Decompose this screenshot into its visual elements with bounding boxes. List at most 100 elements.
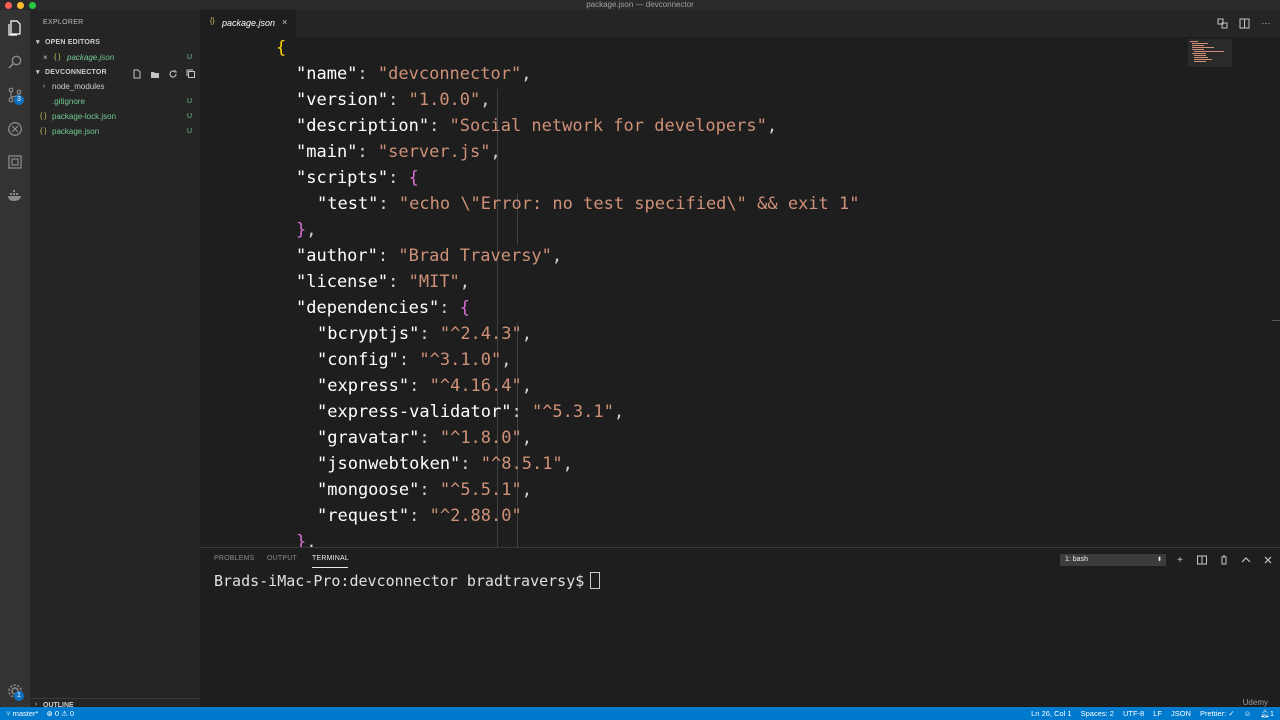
terminal-prompt-line[interactable]: Brads-iMac-Pro:devconnector bradtraversy…: [214, 572, 601, 590]
cursor-position[interactable]: Ln 26, Col 1: [1031, 707, 1071, 720]
tab-output[interactable]: OUTPUT: [267, 555, 297, 562]
open-changes-icon: [1217, 18, 1227, 28]
tree-item-package-lock[interactable]: { } package-lock.json U: [30, 110, 200, 124]
tree-item-package-json[interactable]: { } package.json U: [30, 125, 200, 139]
json-key: "request": [317, 506, 410, 526]
chevron-down-icon: ▾: [36, 69, 40, 76]
debug-icon: [8, 122, 22, 136]
tree-item-node-modules[interactable]: › node_modules: [30, 80, 200, 94]
notifications-button[interactable]: 🔔︎1: [1260, 707, 1274, 720]
close-panel-button[interactable]: [1262, 554, 1274, 566]
collapse-all-icon: [186, 69, 195, 78]
code-line: 10"license": "MIT",: [296, 272, 471, 292]
open-editor-label: package.json: [67, 53, 115, 62]
active-tab-indicator: [312, 567, 348, 568]
terminal-select[interactable]: 1: bash ⬍: [1060, 554, 1166, 566]
scrollbar-marker: [1272, 320, 1280, 321]
close-icon: [1264, 556, 1272, 564]
terminal-cursor: [590, 572, 601, 589]
code-line: 3"version": "1.0.0",: [296, 90, 491, 110]
chevron-up-icon: [1241, 557, 1251, 563]
chevron-down-icon: ▾: [36, 39, 40, 46]
json-key: "express-validator": [317, 402, 512, 422]
open-editors-header[interactable]: ▾ OPEN EDITORS: [30, 36, 200, 50]
open-changes-button[interactable]: [1216, 17, 1228, 29]
kill-terminal-button[interactable]: [1218, 554, 1230, 566]
code-line: 15"express-validator": "^5.3.1",: [317, 402, 625, 422]
close-icon[interactable]: ×: [282, 17, 287, 27]
json-value: "^3.1.0": [419, 350, 502, 370]
code-line: 7"test": "echo \"Error: no test specifie…: [317, 194, 860, 214]
json-value: "^5.5.1": [439, 480, 522, 500]
end-of-line[interactable]: LF: [1153, 707, 1162, 720]
new-terminal-button[interactable]: +: [1174, 554, 1186, 566]
status-bar: ⑂ master* ⊗ 0 ⚠ 0 Ln 26, Col 1 Spaces: 2…: [0, 707, 1280, 720]
minimap[interactable]: [1188, 39, 1232, 67]
code-line: 17"jsonwebtoken": "^8.5.1",: [317, 454, 573, 474]
code-line: 13"config": "^3.1.0",: [317, 350, 512, 370]
chevron-right-icon: ›: [43, 83, 46, 90]
extensions-activity[interactable]: [5, 152, 25, 172]
encoding[interactable]: UTF-8: [1123, 707, 1144, 720]
more-actions-button[interactable]: ···: [1260, 17, 1272, 29]
open-editor-item[interactable]: × { } package.json U: [30, 51, 200, 65]
prettier-status[interactable]: Prettier: ✓: [1200, 707, 1235, 720]
source-control-activity[interactable]: 3: [5, 85, 25, 105]
refresh-button[interactable]: [167, 68, 178, 79]
tab-problems[interactable]: PROBLEMS: [214, 555, 255, 562]
json-value: "server.js": [377, 142, 491, 162]
tree-item-gitignore[interactable]: .gitignore U: [30, 95, 200, 109]
json-key: "gravatar": [317, 428, 420, 448]
new-folder-button[interactable]: [149, 68, 160, 79]
code-line: 9"author": "Brad Traversy",: [296, 246, 563, 266]
code-line: 1{: [276, 38, 287, 58]
code-line: 2"name": "devconnector",: [296, 64, 532, 84]
search-icon: [8, 55, 22, 69]
language-mode[interactable]: JSON: [1171, 707, 1191, 720]
problems-status[interactable]: ⊗ 0 ⚠ 0: [46, 707, 74, 720]
new-file-button[interactable]: [131, 68, 142, 79]
terminal-select-value: 1: bash: [1065, 556, 1088, 563]
json-key: "config": [317, 350, 399, 370]
git-status-badge: U: [186, 113, 192, 120]
code-line: 5"main": "server.js",: [296, 142, 501, 162]
feedback-button[interactable]: ☺: [1244, 707, 1252, 720]
close-icon[interactable]: ×: [43, 51, 48, 65]
tab-terminal[interactable]: TERMINAL: [312, 555, 349, 562]
json-key: "name": [296, 64, 358, 84]
indentation[interactable]: Spaces: 2: [1081, 707, 1114, 720]
folder-actions: [131, 68, 196, 79]
docker-icon: [8, 190, 21, 201]
split-terminal-button[interactable]: [1196, 554, 1208, 566]
json-value: "^4.16.4": [429, 376, 522, 396]
maximize-panel-button[interactable]: [1240, 554, 1252, 566]
explorer-activity[interactable]: [5, 18, 25, 38]
docker-activity[interactable]: [5, 186, 25, 206]
refresh-icon: [168, 69, 177, 78]
tree-item-label: package.json: [52, 127, 100, 136]
new-file-icon: [133, 69, 140, 78]
tab-package-json[interactable]: {} package.json ×: [200, 10, 296, 37]
code-editor[interactable]: 1{ 2"name": "devconnector", 3"version": …: [200, 37, 1280, 547]
editor-scrollbar[interactable]: [1270, 37, 1280, 547]
settings-activity[interactable]: 1: [5, 681, 25, 701]
json-value: "^2.4.3": [439, 324, 522, 344]
code-line: 16"gravatar": "^1.8.0",: [317, 428, 532, 448]
collapse-all-button[interactable]: [185, 68, 196, 79]
plus-icon: +: [1177, 554, 1183, 566]
terminal-panel: PROBLEMS OUTPUT TERMINAL 1: bash ⬍ + Bra…: [200, 547, 1280, 707]
json-value: "1.0.0": [408, 90, 481, 110]
branch-status[interactable]: ⑂ master*: [6, 707, 38, 720]
debug-activity[interactable]: [5, 119, 25, 139]
search-activity[interactable]: [5, 52, 25, 72]
json-key: "mongoose": [317, 480, 420, 500]
git-status-badge: U: [186, 128, 192, 135]
json-key: "dependencies": [296, 298, 440, 318]
git-branch-icon: ⑂: [6, 709, 13, 718]
json-key: "bcryptjs": [317, 324, 420, 344]
editor-tab-bar: {} package.json × ···: [200, 10, 1280, 37]
panel-actions: +: [1174, 554, 1274, 566]
split-editor-button[interactable]: [1238, 17, 1250, 29]
vscode-window: package.json — devconnector 3 1 EXPLORER: [0, 0, 1280, 720]
activity-bar: 3 1: [0, 10, 30, 707]
